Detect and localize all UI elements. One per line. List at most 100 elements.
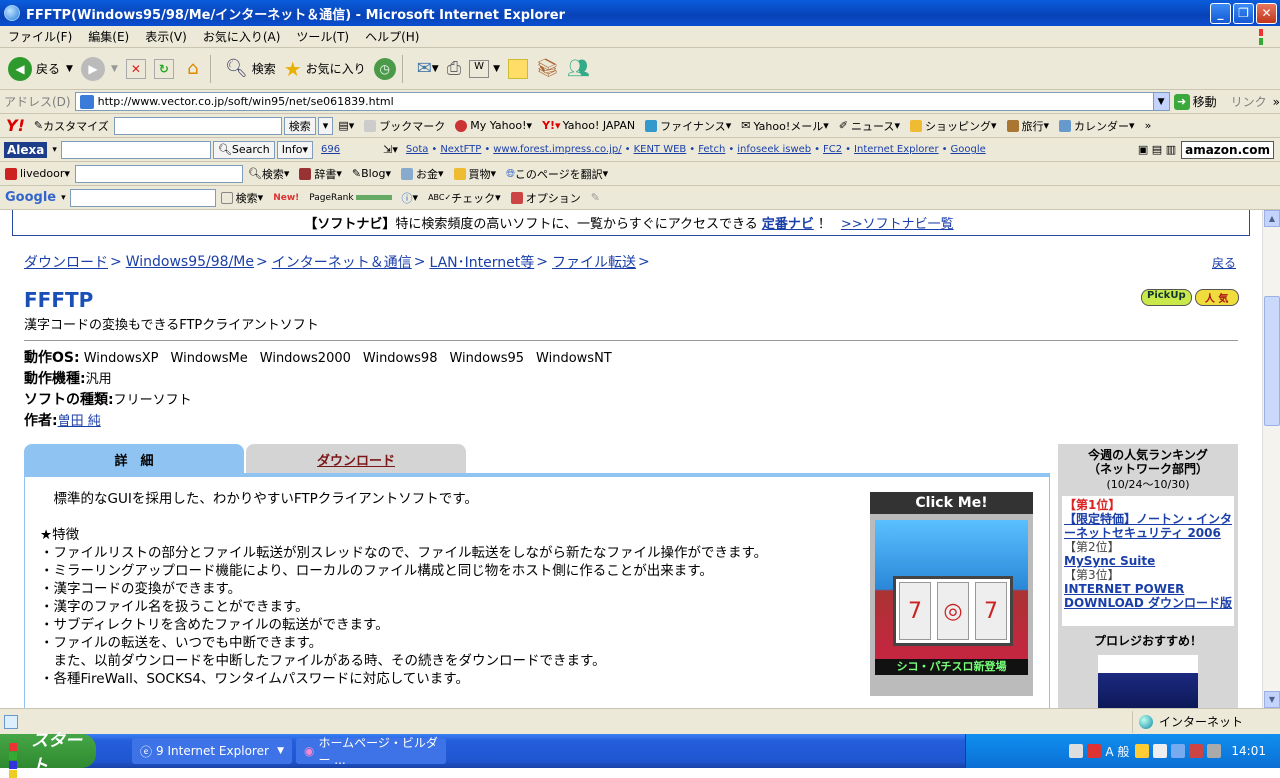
crumb-lan[interactable]: LAN･Internet等 (429, 252, 534, 272)
popular-badge[interactable]: 人 気 (1194, 289, 1239, 306)
ad-banner[interactable]: Click Me! 7 ◎ 7 シコ・パチスロ新登場 (870, 492, 1033, 696)
yahoo-search-dropdown[interactable]: ▾ (317, 116, 334, 135)
back-link[interactable]: 戻る (1212, 254, 1236, 271)
favorites-button[interactable]: ★ お気に入り (284, 57, 366, 81)
back-button[interactable]: ◀ 戻る ▼ (8, 56, 73, 81)
task-homepage-builder[interactable]: ◉ ホームページ・ビルダー ... (296, 736, 446, 767)
yahoo-finance[interactable]: ファイナンス ▾ (645, 118, 731, 134)
scroll-thumb[interactable] (1264, 296, 1280, 426)
minimize-button[interactable]: _ (1210, 2, 1231, 24)
help-icon[interactable] (1153, 744, 1168, 758)
crumb-filetransfer[interactable]: ファイル転送 (552, 252, 636, 272)
alexa-tools-icon[interactable]: ▣ ▤ ▥ (1138, 143, 1176, 156)
menu-tools[interactable]: ツール(T) (288, 28, 357, 45)
research-button[interactable]: 📚︎ (536, 58, 559, 79)
yahoo-calendar[interactable]: カレンダー ▾ (1059, 118, 1135, 134)
livedoor-shopping[interactable]: 買物 ▾ (453, 166, 496, 182)
history-button[interactable]: ◷ (373, 57, 396, 80)
maximize-button[interactable]: ❐ (1233, 2, 1254, 24)
yahoo-more[interactable]: » (1145, 119, 1152, 132)
yahoo-travel[interactable]: 旅行 ▾ (1006, 118, 1049, 134)
print-button[interactable]: ⎙ (447, 58, 461, 79)
forward-button[interactable]: ▶ ▼ (80, 56, 118, 81)
security-icon[interactable] (1189, 744, 1204, 758)
menu-file[interactable]: ファイル(F) (0, 28, 80, 45)
livedoor-dictionary[interactable]: 辞書 ▾ (299, 166, 342, 182)
google-search-input[interactable] (69, 188, 216, 207)
yahoo-japan[interactable]: Y!▾ Yahoo! JAPAN (542, 119, 635, 132)
crumb-download[interactable]: ダウンロード (24, 252, 108, 272)
alexa-link-google[interactable]: Google (950, 144, 985, 155)
alexa-logo[interactable]: Alexa (4, 141, 48, 158)
alexa-link-kentweb[interactable]: KENT WEB (634, 144, 687, 155)
refresh-button[interactable]: ↻ (153, 58, 174, 79)
clock[interactable]: 14:01 (1231, 744, 1266, 758)
ime-indicator[interactable]: A 般 (1105, 743, 1129, 760)
shield-icon[interactable] (1087, 744, 1102, 758)
navi-link-list[interactable]: >>ソフトナビ一覧 (841, 213, 954, 232)
task-internet-explorer[interactable]: ⓔ 9 Internet Explorer ▼ (132, 738, 292, 764)
alexa-link-nextftp[interactable]: NextFTP (440, 144, 481, 155)
google-news-button[interactable]: New! (273, 193, 299, 203)
scroll-down-button[interactable]: ▼ (1264, 691, 1280, 708)
volume-icon[interactable] (1207, 744, 1222, 758)
yahoo-news[interactable]: ✐ ニュース ▾ (839, 118, 900, 134)
google-spellcheck[interactable]: ABC✓ チェック ▾ (428, 190, 501, 206)
network-icon[interactable] (1171, 744, 1186, 758)
navi-link-standard[interactable]: 定番ナビ (762, 213, 814, 232)
edit-button[interactable]: W ▼ (469, 59, 500, 78)
google-info-button[interactable]: ⓘ ▾ (402, 190, 419, 206)
menu-edit[interactable]: 編集(E) (80, 28, 137, 45)
links-label[interactable]: リンク (1231, 93, 1267, 110)
yahoo-customize[interactable]: ✎ カスタマイズ (34, 118, 109, 134)
start-button[interactable]: スタート (0, 731, 96, 778)
livedoor-logo[interactable]: livedoor ▾ (5, 167, 70, 180)
amazon-button[interactable]: amazon.com (1181, 140, 1274, 159)
messenger-button[interactable]: 👥︎ (567, 58, 590, 79)
scroll-up-button[interactable]: ▲ (1264, 210, 1280, 227)
yahoo-menu-icon[interactable]: ▤▾ (338, 119, 354, 132)
google-pen-icon[interactable]: ✎ (591, 191, 600, 204)
yahoo-search-button[interactable]: 検索 (283, 116, 316, 135)
yahoo-mail[interactable]: ✉ Yahoo!メール ▾ (741, 118, 829, 134)
stop-button[interactable]: ✕ (125, 58, 146, 79)
rank-1-link[interactable]: 【限定特価】ノートン・インターネットセキュリティ 2006 (1064, 512, 1232, 540)
search-button[interactable]: 🔍︎ 検索 (225, 58, 276, 79)
address-input[interactable]: http://www.vector.co.jp/soft/win95/net/s… (74, 92, 1170, 111)
alexa-search-button[interactable]: 🔍︎ Search (212, 140, 275, 159)
alexa-search-input[interactable] (60, 140, 211, 159)
author-link[interactable]: 曽田 純 (58, 414, 101, 429)
menu-view[interactable]: 表示(V) (137, 28, 195, 45)
yahoo-search-input[interactable] (113, 116, 282, 135)
pickup-badge[interactable]: PickUp (1141, 289, 1192, 306)
google-options[interactable]: オプション (510, 190, 581, 206)
rank-3-link[interactable]: INTERNET POWER DOWNLOAD ダウンロード版 (1064, 582, 1232, 610)
rank-2-link[interactable]: MySync Suite (1064, 554, 1155, 568)
alexa-link-fetch[interactable]: Fetch (698, 144, 725, 155)
close-button[interactable]: ✕ (1256, 2, 1277, 24)
alexa-info-button[interactable]: Info ▾ (276, 140, 314, 159)
alexa-link-ie[interactable]: Internet Explorer (854, 144, 939, 155)
livedoor-search-input[interactable] (74, 164, 243, 183)
crumb-windows[interactable]: Windows95/98/Me (126, 254, 254, 270)
yahoo-shopping[interactable]: ショッピング ▾ (909, 118, 997, 134)
livedoor-money[interactable]: お金 ▾ (401, 166, 444, 182)
alexa-nav-icon[interactable]: ⇲▾ (383, 143, 398, 156)
go-button[interactable]: ➜ 移動 (1173, 93, 1217, 110)
google-logo[interactable]: Google (5, 190, 56, 205)
yahoo-bookmark[interactable]: ブックマーク (364, 118, 445, 134)
tab-detail[interactable]: 詳 細 (24, 444, 244, 474)
vertical-scrollbar[interactable]: ▲ ▼ (1262, 210, 1280, 708)
product-box-image[interactable] (1098, 655, 1198, 708)
keyboard-icon[interactable] (1069, 744, 1084, 758)
address-dropdown[interactable]: ▼ (1152, 93, 1169, 110)
home-button[interactable]: ⌂ (182, 58, 204, 79)
mail-button[interactable]: ✉ ▼ (417, 58, 439, 79)
alexa-link-sota[interactable]: Sota (406, 144, 429, 155)
google-pagerank[interactable]: PageRank (309, 193, 392, 203)
tray-icon[interactable] (1135, 744, 1150, 758)
livedoor-blog[interactable]: ✎ Blog ▾ (352, 167, 391, 180)
google-search-button[interactable]: 検索 ▾ (220, 190, 263, 206)
yahoo-my[interactable]: My Yahoo! ▾ (455, 119, 532, 132)
tab-download[interactable]: ダウンロード (246, 444, 466, 474)
